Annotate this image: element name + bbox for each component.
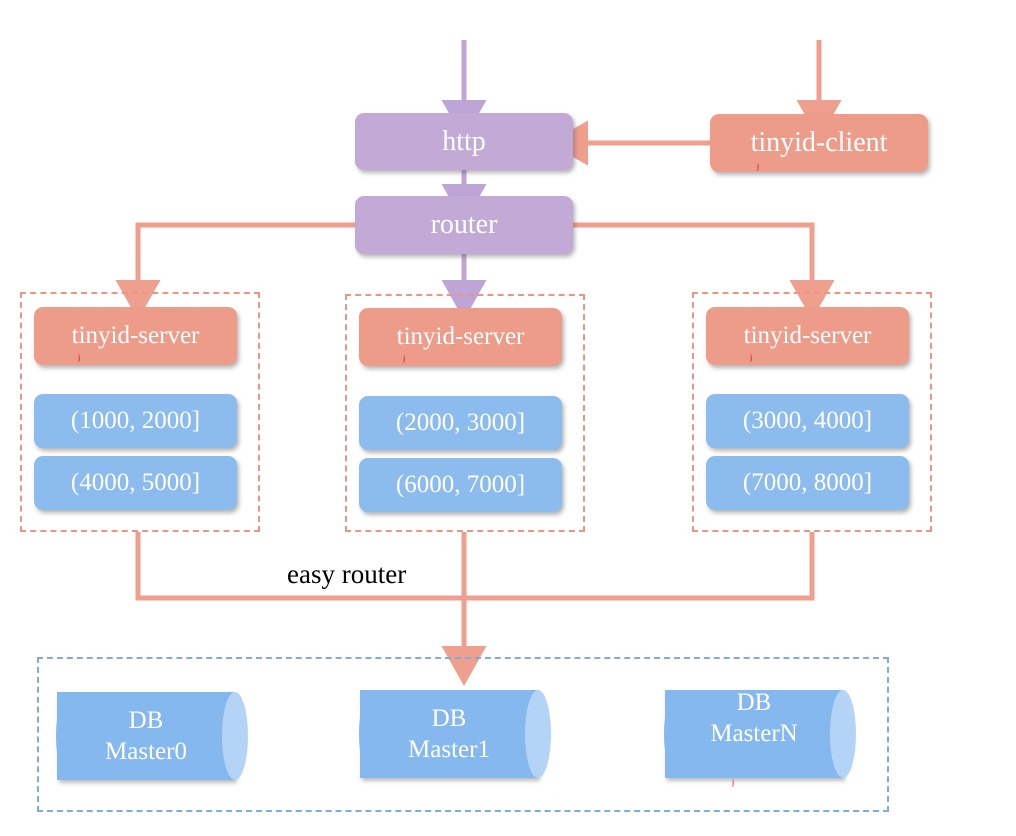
db-cylinder-line1: DB: [431, 704, 467, 732]
db-cylinder-line2: MasterN ⱼ: [710, 718, 798, 786]
node-tinyid-server-middle[interactable]: tinyid-server ⱼ: [359, 308, 562, 366]
edge-router-to-server-right: [573, 222, 835, 320]
node-tinyid-client-text: tinyid-client: [750, 127, 888, 159]
db-cylinder-label: DB MasterN ⱼ: [665, 689, 843, 787]
spellcheck-mark-icon: ⱼ: [756, 156, 760, 172]
node-tinyid-client[interactable]: tinyid-client ⱼ: [710, 114, 928, 172]
db-cylinder-line2: Master0: [105, 738, 187, 765]
node-tinyid-server-right[interactable]: tinyid-server ⱼ: [706, 307, 909, 365]
node-tinyid-server-left[interactable]: tinyid-server ⱼ: [34, 307, 237, 365]
node-http[interactable]: http: [355, 113, 573, 170]
node-tinyid-server-right-label: tinyid-server ⱼ: [743, 321, 872, 362]
node-tinyid-client-label: tinyid-client ⱼ: [750, 127, 888, 171]
id-segment-middle-1[interactable]: (6000, 7000]: [359, 458, 562, 512]
id-segment-left-1[interactable]: (4000, 5000]: [34, 456, 237, 510]
id-segment-right-1-label: (7000, 8000]: [742, 468, 873, 496]
db-cylinder-line2: Master1: [408, 736, 490, 763]
db-cylinder-master1[interactable]: DB Master1: [359, 690, 551, 778]
id-segment-right-1[interactable]: (7000, 8000]: [706, 456, 909, 510]
node-tinyid-server-middle-text: tinyid-server: [396, 322, 525, 350]
id-segment-middle-0-label: (2000, 3000]: [395, 408, 526, 436]
id-segment-left-1-label: (4000, 5000]: [70, 468, 201, 496]
id-segment-right-0[interactable]: (3000, 4000]: [706, 394, 909, 448]
db-cylinder-line2-text: MasterN: [710, 720, 798, 748]
id-segment-left-0-label: (1000, 2000]: [70, 406, 201, 434]
spellcheck-mark-icon: ⱼ: [77, 348, 81, 364]
id-segment-right-0-label: (3000, 4000]: [742, 406, 873, 434]
db-cylinder-label: DB Master0: [57, 692, 235, 780]
easy-router-label: easy router: [283, 559, 411, 590]
node-tinyid-server-left-label: tinyid-server ⱼ: [71, 321, 200, 362]
node-router[interactable]: router: [355, 196, 573, 254]
db-cylinder-line1: DB: [128, 706, 164, 734]
db-cylinder-mastern[interactable]: DB MasterN ⱼ: [664, 689, 856, 787]
edge-server-right-to-bus: [464, 532, 815, 601]
id-segment-middle-1-label: (6000, 7000]: [395, 470, 526, 498]
id-segment-left-0[interactable]: (1000, 2000]: [34, 394, 237, 448]
spellcheck-mark-icon: ⱼ: [749, 348, 753, 364]
spellcheck-mark-icon: ⱼ: [402, 349, 406, 365]
node-router-label: router: [430, 209, 498, 241]
db-cylinder-master0[interactable]: DB Master0: [56, 692, 248, 780]
db-cylinder-line1: DB: [736, 689, 772, 717]
db-cylinder-label: DB Master1: [360, 690, 538, 778]
edge-router-to-server-left: [115, 222, 355, 320]
id-segment-middle-0[interactable]: (2000, 3000]: [359, 396, 562, 450]
node-tinyid-server-left-text: tinyid-server: [71, 321, 200, 349]
node-tinyid-server-middle-label: tinyid-server ⱼ: [396, 322, 525, 363]
node-http-label: http: [442, 125, 486, 157]
diagram-canvas: http router tinyid-client ⱼ tinyid-serve…: [0, 0, 1016, 836]
node-tinyid-server-right-text: tinyid-server: [743, 321, 872, 349]
